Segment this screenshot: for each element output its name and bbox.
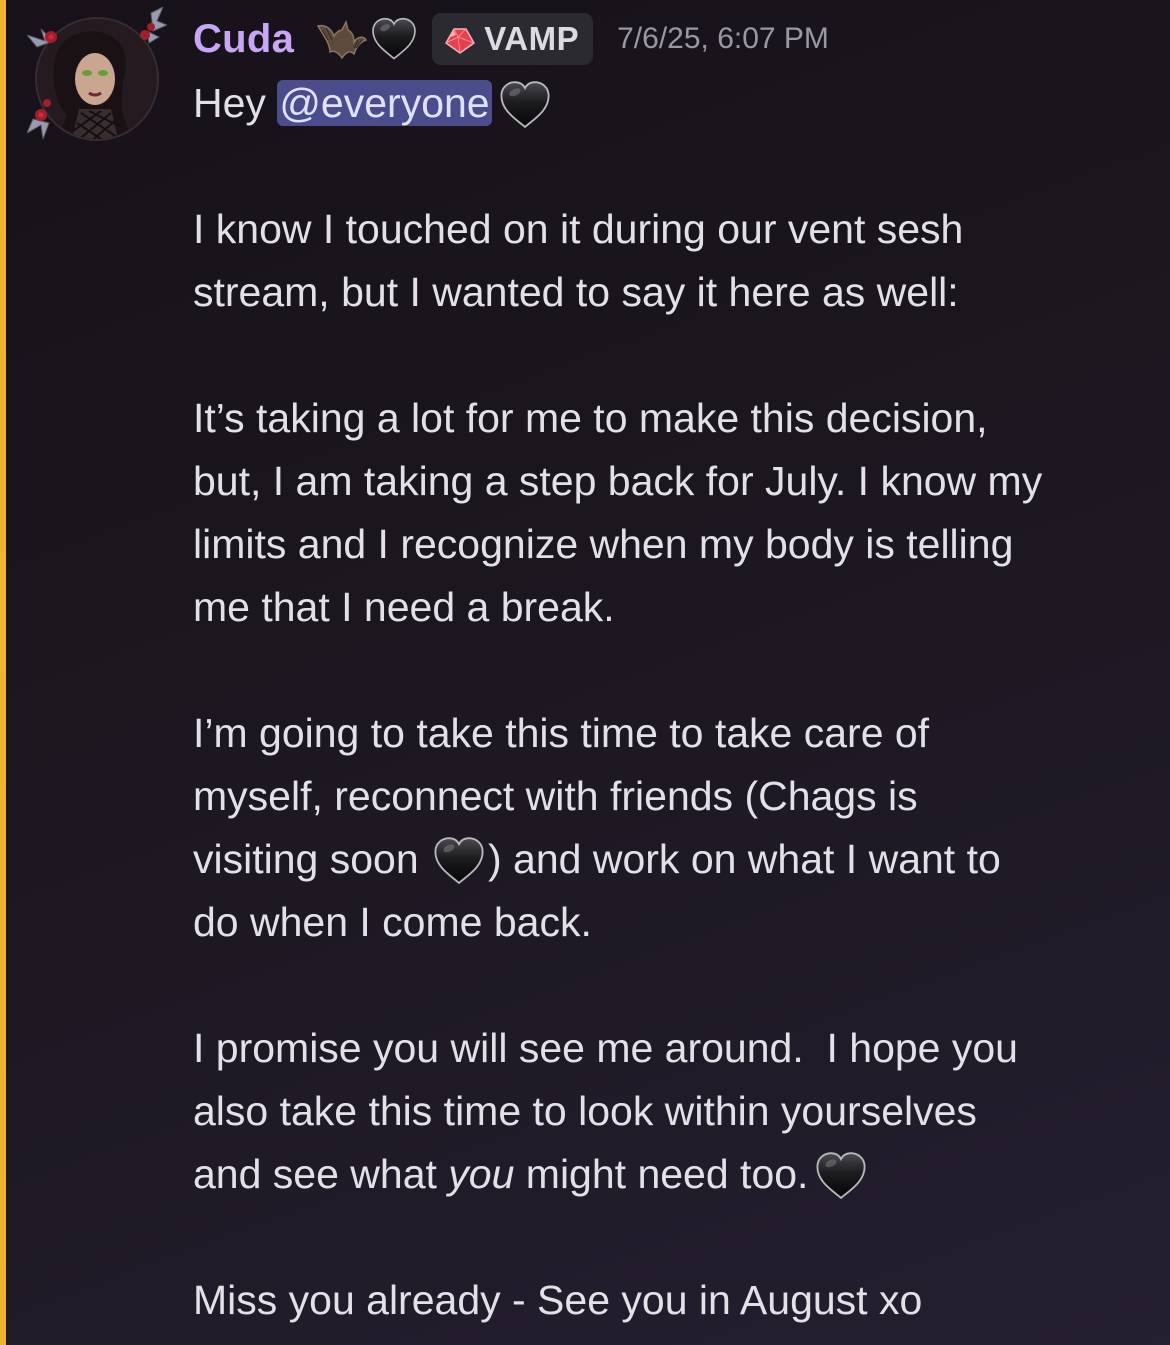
- everyone-mention[interactable]: @everyone: [277, 80, 492, 126]
- text-line: do when I come back.: [193, 899, 592, 945]
- text-line: I’m going to take this time to take care…: [193, 710, 930, 756]
- role-tag-label: VAMP: [484, 20, 580, 57]
- avatar[interactable]: [27, 7, 167, 141]
- text-line: It’s taking a lot for me to make this de…: [193, 395, 988, 441]
- black-heart-icon: [814, 1150, 868, 1202]
- message-header: Cuda VAMP 7/6/25, 6:07 PM: [193, 13, 829, 65]
- text-line: I promise you will see me around. I hope…: [193, 1025, 1018, 1071]
- text-line: limits and I recognize when my body is t…: [193, 521, 1014, 567]
- text-segment: and see what: [193, 1151, 449, 1197]
- black-heart-icon: [498, 79, 552, 131]
- italic-emphasis: you: [448, 1151, 515, 1197]
- text-line: visiting soon ) and work on what I want …: [193, 828, 1153, 891]
- timestamp[interactable]: 7/6/25, 6:07 PM: [617, 22, 829, 56]
- text-line: me that I need a break.: [193, 584, 615, 630]
- avatar-decoration: [27, 7, 167, 140]
- greeting-line: Hey @everyone: [193, 72, 1153, 135]
- text-line: also take this time to look within yours…: [193, 1088, 977, 1134]
- text-line: but, I am taking a step back for July. I…: [193, 458, 1043, 504]
- role-tag-badge[interactable]: VAMP: [432, 13, 594, 65]
- text-line: myself, reconnect with friends (Chags is: [193, 773, 918, 819]
- signoff-line: Miss you already - See you in August xo: [193, 1277, 923, 1323]
- text-line: I know I touched on it during our vent s…: [193, 206, 964, 252]
- chat-message: Cuda VAMP 7/6/25, 6:07 PM Hey @everyone …: [0, 0, 1170, 1345]
- username[interactable]: Cuda: [193, 17, 294, 62]
- text-segment: visiting soon: [193, 836, 431, 882]
- red-gem-icon: [445, 28, 476, 54]
- black-heart-icon: [432, 835, 486, 887]
- greeting-text: Hey: [193, 80, 278, 126]
- text-segment: might need too.: [514, 1151, 809, 1197]
- text-line: stream, but I wanted to say it here as w…: [193, 269, 959, 315]
- text-segment: ) and work on what I want to: [488, 836, 1001, 882]
- text-line: and see what you might need too.: [193, 1143, 1153, 1206]
- black-heart-icon: [370, 16, 418, 62]
- bat-icon: [317, 19, 368, 60]
- message-content: Hey @everyone I know I touched on it dur…: [193, 72, 1153, 1332]
